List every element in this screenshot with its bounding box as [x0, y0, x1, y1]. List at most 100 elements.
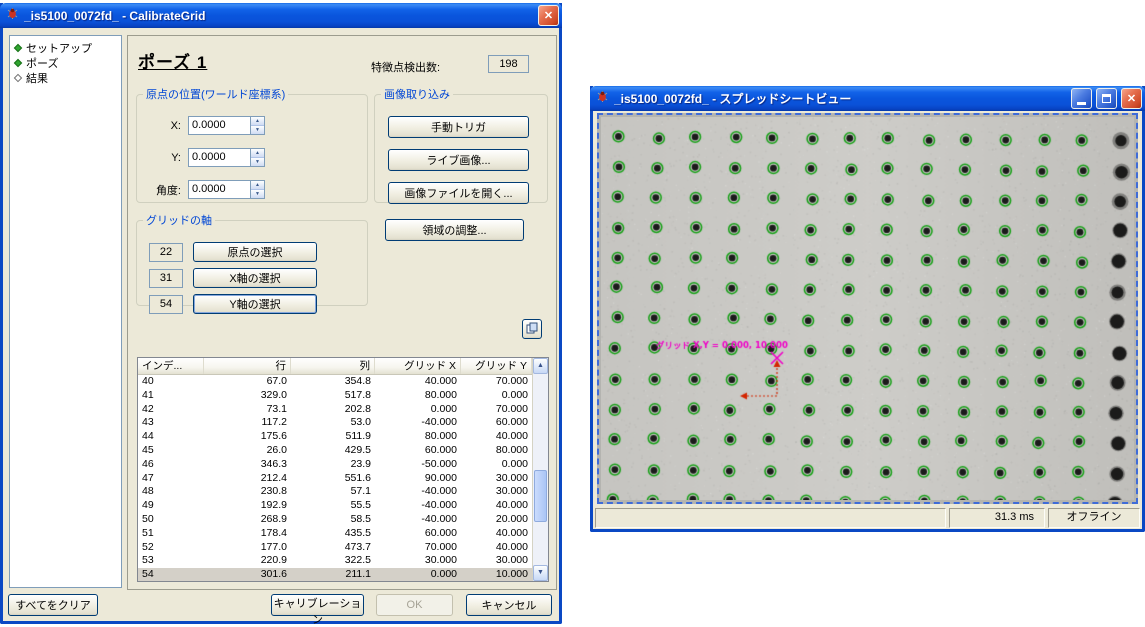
table-row[interactable]: 51178.4435.560.00040.000 — [138, 527, 532, 541]
table-row[interactable]: 44175.6511.980.00040.000 — [138, 430, 532, 444]
spin-down-button[interactable]: ▼ — [251, 126, 264, 134]
close-button[interactable]: ✕ — [538, 5, 559, 26]
axis-group-title: グリッドの軸 — [143, 212, 215, 228]
calibrate-grid-window: _is5100_0072fd_ - CalibrateGrid ✕ セットアップ… — [0, 3, 562, 624]
table-row[interactable]: 43117.253.0-40.00060.000 — [138, 416, 532, 430]
cell: 70.000 — [461, 403, 532, 417]
cell: 53 — [138, 554, 204, 568]
column-header[interactable]: グリッド Y — [461, 358, 532, 374]
tree-item-label: セットアップ — [26, 40, 92, 56]
column-header[interactable]: グリッド X — [375, 358, 461, 374]
calibrate-client-area: セットアップポーズ結果 ポーズ 1 特徴点検出数: 198 原点の位置(ワールド… — [3, 28, 559, 621]
table-row[interactable]: 53220.9322.530.00030.000 — [138, 554, 532, 568]
table-row[interactable]: 47212.4551.690.00030.000 — [138, 472, 532, 486]
cell: 80.000 — [375, 430, 461, 444]
scroll-thumb[interactable] — [534, 470, 547, 522]
cancel-button[interactable]: キャンセル — [466, 594, 552, 616]
y-spinner-input[interactable]: 0.0000 — [189, 149, 250, 166]
cell: 80.000 — [375, 389, 461, 403]
tree-item-3[interactable]: 結果 — [13, 70, 118, 85]
origin-field-label: Y: — [147, 152, 181, 164]
tree-item-2[interactable]: ポーズ — [13, 55, 118, 70]
cell: 40 — [138, 375, 204, 389]
open-image-file-button[interactable]: 画像ファイルを開く... — [388, 182, 529, 204]
cell: 23.9 — [291, 458, 375, 472]
status-mode: オフライン — [1048, 508, 1140, 528]
table-row[interactable]: 49192.955.5-40.00040.000 — [138, 499, 532, 513]
table-row[interactable]: 52177.0473.770.00040.000 — [138, 541, 532, 555]
table-row[interactable]: 46346.323.9-50.0000.000 — [138, 458, 532, 472]
cell: 429.5 — [291, 444, 375, 458]
scroll-down-button[interactable]: ▼ — [533, 565, 548, 581]
scroll-up-button[interactable]: ▲ — [533, 358, 548, 374]
maximize-icon — [1102, 94, 1111, 103]
ok-button[interactable]: OK — [376, 594, 453, 616]
cell: 73.1 — [204, 403, 291, 417]
image-selection-frame — [597, 113, 1138, 504]
column-header[interactable]: 列 — [291, 358, 375, 374]
cell: 40.000 — [375, 375, 461, 389]
cell: 40.000 — [461, 541, 532, 555]
table-row[interactable]: 48230.857.1-40.00030.000 — [138, 485, 532, 499]
copy-view-button[interactable] — [522, 319, 542, 339]
angle-spinner-input[interactable]: 0.0000 — [189, 181, 250, 198]
table-row[interactable]: 4067.0354.840.00070.000 — [138, 375, 532, 389]
cell: 0.000 — [461, 458, 532, 472]
cell: 220.9 — [204, 554, 291, 568]
scroll-up-icon: ▲ — [537, 362, 544, 369]
axis-index-field[interactable]: 54 — [149, 295, 183, 314]
cell: 40.000 — [461, 499, 532, 513]
spin-down-button[interactable]: ▼ — [251, 190, 264, 198]
minimize-icon — [1077, 102, 1086, 105]
spreadsheet-titlebar[interactable]: _is5100_0072fd_ - スプレッドシートビュー ✕ — [590, 86, 1145, 111]
close-icon: ✕ — [544, 9, 553, 22]
axis-index-field[interactable]: 31 — [149, 269, 183, 288]
spin-up-button[interactable]: ▲ — [251, 117, 264, 126]
column-header[interactable]: インデ... — [138, 358, 204, 374]
table-row[interactable]: 54301.6211.10.00010.000 — [138, 568, 532, 581]
minimize-button[interactable] — [1071, 88, 1092, 109]
spin-up-button[interactable]: ▲ — [251, 149, 264, 158]
axis-index-field[interactable]: 22 — [149, 243, 183, 262]
select-origin-button[interactable]: 原点の選択 — [193, 242, 317, 262]
cell: 44 — [138, 430, 204, 444]
adjust-region-button[interactable]: 領域の調整... — [385, 219, 524, 241]
column-header[interactable]: 行 — [204, 358, 291, 374]
origin-position-group: 原点の位置(ワールド座標系) X:0.0000▲▼Y:0.0000▲▼角度:0.… — [136, 86, 368, 203]
x-spinner-input[interactable]: 0.0000 — [189, 117, 250, 134]
live-image-button[interactable]: ライブ画像... — [388, 149, 529, 171]
close-button[interactable]: ✕ — [1121, 88, 1142, 109]
calibrate-titlebar[interactable]: _is5100_0072fd_ - CalibrateGrid ✕ — [0, 3, 562, 28]
calibration-grid-image[interactable] — [601, 117, 1134, 500]
cell: 178.4 — [204, 527, 291, 541]
cell: 60.000 — [461, 416, 532, 430]
spin-down-button[interactable]: ▼ — [251, 158, 264, 166]
origin-row-2: Y: 0.0000▲▼ — [147, 148, 265, 167]
manual-trigger-button[interactable]: 手動トリガ — [388, 116, 529, 138]
table-row[interactable]: 50268.958.5-40.00020.000 — [138, 513, 532, 527]
table-scrollbar[interactable]: ▲ ▼ — [532, 358, 548, 581]
tree-item-1[interactable]: セットアップ — [13, 40, 118, 55]
app-icon — [5, 6, 20, 26]
axis-row-1: 22 原点の選択 — [149, 242, 317, 262]
cell: 212.4 — [204, 472, 291, 486]
clear-all-button[interactable]: すべてをクリア — [8, 594, 98, 616]
maximize-button[interactable] — [1096, 88, 1117, 109]
pose-heading: ポーズ 1 — [138, 48, 207, 73]
feature-count-label: 特徴点検出数: — [371, 59, 440, 75]
calibration-button[interactable]: キャリブレーション — [271, 594, 364, 616]
spin-up-button[interactable]: ▲ — [251, 181, 264, 190]
table-row[interactable]: 4273.1202.80.00070.000 — [138, 403, 532, 417]
table-row[interactable]: 4526.0429.560.00080.000 — [138, 444, 532, 458]
select-x-axis-button[interactable]: X軸の選択 — [193, 268, 317, 288]
select-y-axis-button[interactable]: Y軸の選択 — [193, 294, 317, 314]
table-row[interactable]: 41329.0517.880.0000.000 — [138, 389, 532, 403]
cell: 230.8 — [204, 485, 291, 499]
x-spinner: 0.0000▲▼ — [188, 116, 265, 135]
app-icon — [595, 89, 610, 109]
angle-spinner: 0.0000▲▼ — [188, 180, 265, 199]
cell: 70.000 — [375, 541, 461, 555]
diamond-icon — [14, 73, 22, 81]
close-icon: ✕ — [1127, 92, 1136, 105]
y-spinner: 0.0000▲▼ — [188, 148, 265, 167]
